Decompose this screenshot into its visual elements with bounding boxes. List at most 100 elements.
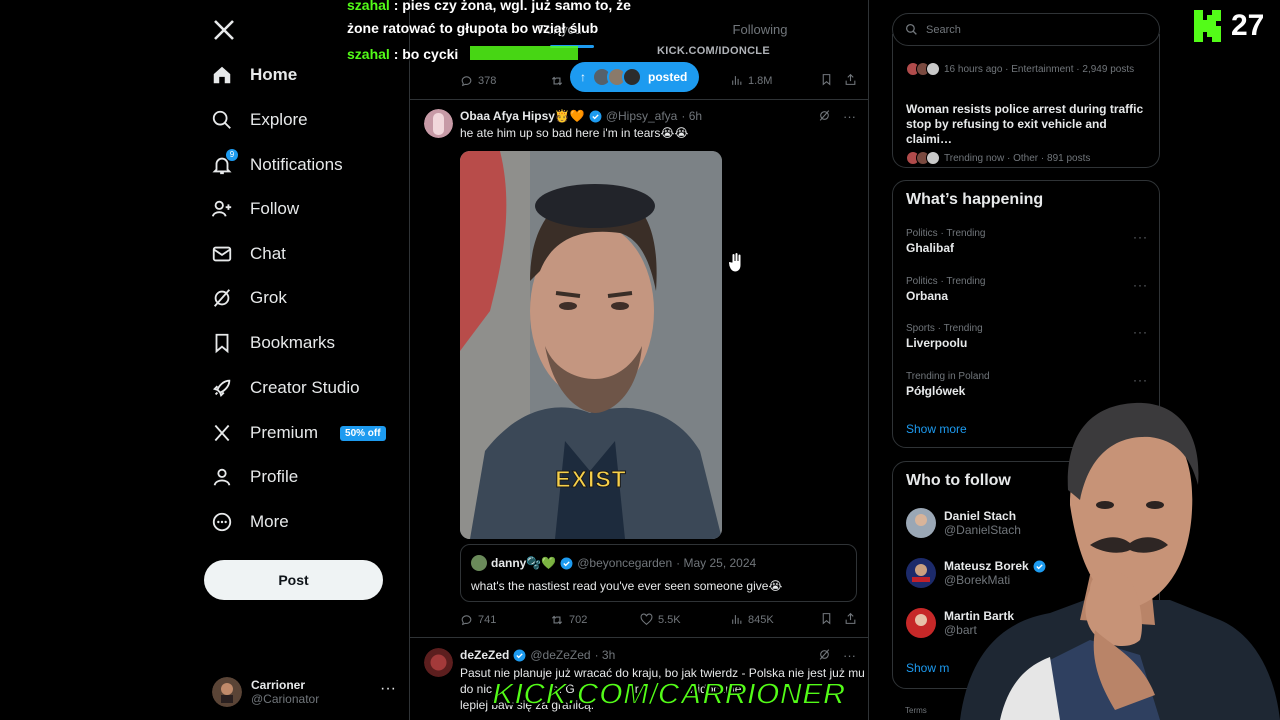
- trend-item[interactable]: Politics · Trending Orbana ···: [906, 276, 1148, 303]
- nav-label: Bookmarks: [250, 333, 336, 352]
- repost-button[interactable]: 702: [550, 613, 587, 627]
- reply-button[interactable]: 378: [460, 74, 496, 87]
- divider: [410, 637, 868, 638]
- follow-icon: [210, 197, 234, 221]
- nav-premium[interactable]: Premium 50% off: [210, 413, 386, 453]
- like-count: 5.5K: [658, 613, 681, 626]
- trend-item[interactable]: Trending in Poland Półglówek ···: [906, 371, 1148, 398]
- nav-notifications[interactable]: 9 Notifications: [210, 145, 343, 185]
- more-options-icon[interactable]: ···: [380, 680, 396, 698]
- tweet-video[interactable]: EXIST: [460, 151, 722, 539]
- grok-icon: [210, 286, 234, 310]
- avatar[interactable]: [424, 109, 453, 138]
- search-icon: [210, 108, 234, 132]
- nav-explore[interactable]: Explore: [210, 100, 308, 140]
- post-button[interactable]: Post: [204, 560, 383, 600]
- trend-item[interactable]: Sports · Trending Liverpoolu ···: [906, 323, 1148, 350]
- avatar: [471, 555, 487, 571]
- like-button[interactable]: 5.5K: [640, 613, 681, 626]
- tweet-text: he ate him up so bad here i'm in tears😭😭: [460, 126, 689, 140]
- nav-label: Chat: [250, 244, 286, 263]
- news-item[interactable]: 16 hours ago · Entertainment · 2,949 pos…: [906, 58, 1134, 76]
- nav-chat[interactable]: Chat: [210, 234, 286, 274]
- viewer-count: 27: [1231, 9, 1265, 42]
- nav-label: Premium: [250, 423, 319, 442]
- nav-creator-studio[interactable]: Creator Studio: [210, 368, 360, 408]
- footer-terms-link[interactable]: Terms: [905, 706, 927, 715]
- premium-discount-badge: 50% off: [340, 425, 386, 441]
- avatar: [906, 608, 936, 638]
- kick-viewer-badge: 27: [1194, 9, 1264, 43]
- avatar: [906, 508, 936, 538]
- tweet-time[interactable]: · 6h: [681, 109, 702, 123]
- bell-icon: 9: [210, 149, 238, 177]
- bookmark-icon[interactable]: [820, 73, 833, 89]
- notification-badge: 9: [226, 149, 238, 161]
- repost-icon: [551, 76, 563, 85]
- nav-label: Grok: [250, 288, 287, 307]
- share-icon[interactable]: [844, 73, 857, 89]
- rocket-icon: [210, 376, 234, 400]
- streamer-webcam-image: [960, 402, 1280, 720]
- account-handle: @Carionator: [251, 692, 320, 706]
- quoted-author-handle: @beyoncegarden: [577, 556, 673, 570]
- views-button[interactable]: 1.8M: [730, 74, 772, 87]
- nav-more[interactable]: More: [210, 502, 289, 542]
- news-card: 16 hours ago · Entertainment · 2,949 pos…: [892, 34, 1160, 168]
- embedded-video-strip: KICK.COM/IDONCLE: [470, 42, 860, 62]
- tweet-header: Obaa Afya Hipsy🫅🧡 @Hipsy_afya · 6h: [460, 109, 702, 123]
- nav-label: Notifications: [250, 155, 343, 174]
- home-icon: [210, 63, 234, 87]
- verified-icon: [560, 557, 573, 569]
- more-icon[interactable]: ···: [843, 109, 856, 125]
- x-logo-icon[interactable]: [212, 18, 240, 46]
- bookmark-icon[interactable]: [820, 612, 833, 628]
- tweet[interactable]: Obaa Afya Hipsy🫅🧡 @Hipsy_afya · 6h ··· h…: [410, 109, 868, 639]
- kick-logo-icon: [1194, 10, 1221, 42]
- more-icon[interactable]: ···: [1133, 278, 1148, 292]
- avatar: [212, 677, 242, 707]
- verified-icon: [589, 110, 602, 122]
- x-icon: [210, 421, 234, 445]
- more-icon[interactable]: ···: [1133, 230, 1148, 244]
- verified-icon: [513, 649, 526, 661]
- share-icon[interactable]: [844, 612, 857, 628]
- nav-bookmarks[interactable]: Bookmarks: [210, 323, 335, 363]
- heart-icon: [640, 613, 653, 626]
- tweet-top-icons: ···: [818, 109, 856, 125]
- repost-button[interactable]: [550, 74, 564, 88]
- news-item[interactable]: Woman resists police arrest during traff…: [906, 102, 1152, 165]
- new-posts-pill[interactable]: ↑ posted: [570, 62, 700, 92]
- more-icon[interactable]: ···: [1133, 373, 1148, 387]
- quoted-tweet[interactable]: danny🫧💚 @beyoncegarden · May 25, 2024 wh…: [460, 544, 857, 602]
- account-name: Carrioner: [251, 678, 306, 692]
- tweet-author-handle[interactable]: @deZeZed: [530, 648, 590, 662]
- tweet-author-handle[interactable]: @Hipsy_afya: [606, 109, 678, 123]
- news-meta: Trending now · Other · 891 posts: [906, 151, 1152, 165]
- more-icon[interactable]: ···: [843, 648, 856, 664]
- nav-home[interactable]: Home: [210, 55, 297, 95]
- tweet-author-name[interactable]: Obaa Afya Hipsy🫅🧡: [460, 109, 585, 123]
- chat-message: szahal : bo cycki: [347, 46, 459, 62]
- news-meta: 16 hours ago · Entertainment · 2,949 pos…: [906, 62, 1134, 76]
- tweet-top-icons: ···: [818, 648, 856, 664]
- nav-follow[interactable]: Follow: [210, 189, 299, 229]
- kick-green-bar: [470, 46, 578, 60]
- tweet-time[interactable]: · 3h: [595, 648, 616, 662]
- grok-icon[interactable]: [818, 109, 831, 125]
- reply-button[interactable]: 741: [460, 613, 496, 626]
- avatar[interactable]: [424, 648, 453, 677]
- nav-profile[interactable]: Profile: [210, 457, 298, 497]
- nav-grok[interactable]: Grok: [210, 278, 287, 318]
- repost-count: 702: [569, 613, 588, 626]
- grok-icon[interactable]: [818, 648, 831, 664]
- views-icon: [732, 615, 742, 624]
- trend-item[interactable]: Politics · Trending Ghalibaf ···: [906, 228, 1148, 255]
- views-button[interactable]: 845K: [730, 613, 774, 626]
- views-count: 1.8M: [748, 74, 773, 87]
- tweet-author-name[interactable]: deZeZed: [460, 648, 509, 662]
- more-icon[interactable]: ···: [1133, 325, 1148, 339]
- more-circle-icon: [210, 510, 234, 534]
- divider: [410, 99, 868, 100]
- account-switcher[interactable]: Carrioner @Carionator ···: [212, 672, 396, 712]
